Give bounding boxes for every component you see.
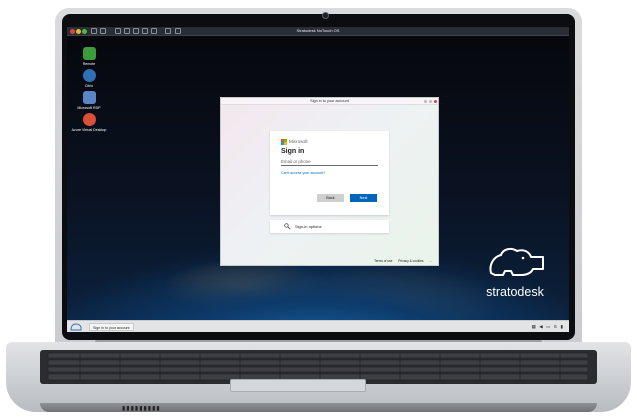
signin-card: Microsoft Sign in Email or phone Can't a… [270,131,389,215]
desktop-icon-microsoft-rdp[interactable]: Microsoft RDP [69,91,109,110]
start-menu-icon[interactable] [70,322,82,331]
microsoft-logo-icon [281,139,287,145]
close-icon[interactable] [434,100,437,103]
next-button[interactable]: Next [350,194,377,202]
desktop-icon-citrix[interactable]: Citrix [69,69,109,88]
brand-name: stratodesk [486,285,544,299]
system-tray: ▦ ◀ ▭ ≋ ▮ [532,324,564,330]
taskbar: Sign in to your account ▦ ◀ ▭ ≋ ▮ [67,320,569,332]
display-icon[interactable]: ▭ [546,324,551,329]
taskbar-item-signin[interactable]: Sign in to your account [89,323,134,331]
wifi-icon[interactable]: ≋ [553,324,558,329]
more-options-link[interactable]: ... [429,259,432,263]
signin-options-label: Sign-in options [295,223,322,229]
minimize-icon[interactable] [424,100,427,103]
battery-icon[interactable]: ▮ [561,324,564,329]
window-footer: Terms of use Privacy & cookies ... [369,259,432,263]
back-button[interactable]: Back [317,194,344,202]
azure-icon [82,113,96,126]
email-field[interactable]: Email or phone [281,158,378,166]
volume-tray-icon[interactable]: ◀ [539,324,543,329]
rdp-icon [82,91,96,104]
window-title: Sign in to your account [310,99,349,103]
signin-heading: Sign in [281,148,305,155]
signin-options-button[interactable]: Sign-in options [270,220,389,233]
stratodesk-bear-logo-icon [489,247,544,276]
terms-link[interactable]: Terms of use [374,259,392,263]
desktop-screen: Stratodesk NoTouch OS Remote Citrix Micr… [67,27,569,332]
webcam-icon [322,12,329,19]
stratodesk-brand: stratodesk [470,243,560,299]
maximize-icon[interactable] [429,100,432,103]
monitor-icon [82,47,96,60]
privacy-link[interactable]: Privacy & cookies [398,259,423,263]
window-title-bar: Sign in to your account [221,98,438,105]
desktop-icon-remote[interactable]: Remote [69,47,109,66]
desktop-icon-azure[interactable]: Azure Virtual Desktop [69,113,109,132]
topbar-title: Stratodesk NoTouch OS [296,28,340,33]
key-icon [284,223,291,230]
signin-window: Sign in to your account Microsoft Sign i… [220,97,439,266]
network-icon[interactable]: ▦ [532,324,537,329]
citrix-icon [82,69,96,82]
microsoft-brand: Microsoft [289,138,308,144]
cant-access-link[interactable]: Can't access your account? [281,171,325,175]
touchpad[interactable] [230,379,366,392]
speaker-grill-icon: ▮▮▮▮▮▮▮▮▮ [122,406,161,412]
os-top-bar: Stratodesk NoTouch OS [67,27,569,36]
